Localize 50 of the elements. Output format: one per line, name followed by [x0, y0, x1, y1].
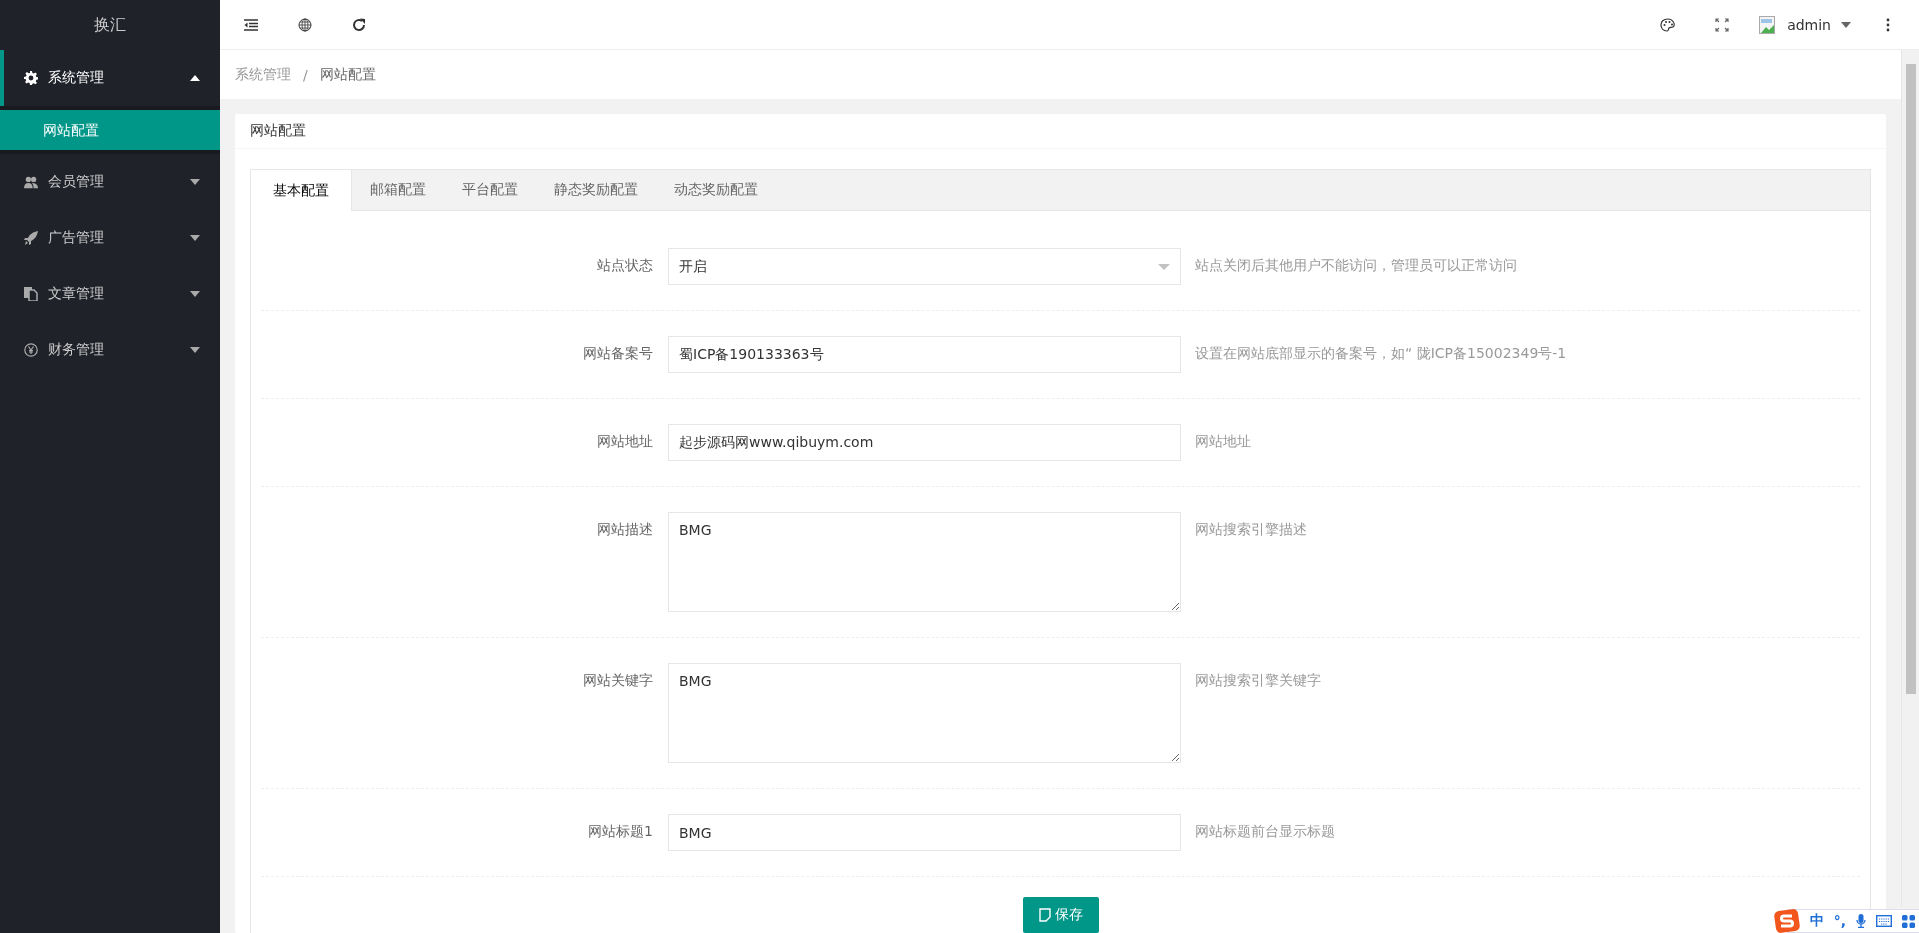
text-field[interactable]: 起步源码网www.qibuym.com [668, 424, 1181, 461]
microphone-icon[interactable] [1856, 914, 1866, 928]
ime-punctuation[interactable]: °, [1833, 913, 1846, 929]
keyboard-icon[interactable] [1876, 915, 1892, 927]
field-hint: 站点关闭后其他用户不能访问，管理员可以正常访问 [1194, 256, 1517, 275]
ime-mode[interactable]: 中 [1809, 912, 1824, 930]
tab[interactable]: 平台配置 [444, 170, 536, 210]
field-label: 网站地址 [596, 432, 654, 451]
tab[interactable]: 邮箱配置 [352, 170, 444, 210]
text-field[interactable]: 蜀ICP备190133363号 [668, 336, 1181, 373]
user-menu[interactable]: admin [1749, 0, 1861, 50]
field-label: 网站标题1 [587, 822, 654, 841]
tab[interactable]: 动态奖励配置 [656, 170, 776, 210]
ime-logo-icon[interactable] [1773, 909, 1800, 933]
users-icon [24, 175, 38, 189]
tab[interactable]: 静态奖励配置 [536, 170, 656, 210]
sidebar-subitem[interactable]: 网站配置 [0, 110, 220, 150]
field-label: 网站备案号 [582, 344, 654, 363]
avatar-image-icon [1759, 15, 1778, 34]
text-area[interactable]: BMG [668, 512, 1181, 612]
field-hint: 网站搜索引擎描述 [1194, 520, 1307, 539]
scrollbar[interactable] [1901, 50, 1919, 907]
tab[interactable]: 基本配置 [251, 170, 352, 211]
field-label: 站点状态 [596, 256, 654, 275]
field-hint: 网站标题前台显示标题 [1194, 822, 1335, 841]
text-field[interactable]: BMG [668, 814, 1181, 851]
field-hint: 设置在网站底部显示的备案号，如“ 陇ICP备15002349号-1 [1194, 344, 1567, 363]
sidebar-item[interactable]: 广告管理 [0, 210, 220, 266]
card-title: 网站配置 [250, 122, 306, 140]
document-icon [24, 287, 38, 301]
breadcrumb-item[interactable]: 网站配置 [319, 65, 376, 84]
grid-icon[interactable] [1902, 914, 1915, 928]
sidebar-item[interactable]: 会员管理 [0, 154, 220, 210]
save-button[interactable]: 保存 [1022, 897, 1099, 933]
breadcrumb-separator: / [303, 66, 308, 83]
field-label: 网站描述 [596, 520, 654, 539]
yen-icon [24, 343, 38, 357]
field-hint: 网站搜索引擎关键字 [1194, 671, 1321, 690]
sidebar-item[interactable]: 财务管理 [0, 322, 220, 378]
caret-icon [1841, 21, 1851, 28]
rocket-icon [24, 231, 38, 245]
field-label: 网站关键字 [582, 671, 654, 690]
status-select[interactable]: 开启 [668, 248, 1181, 285]
gear-icon [24, 71, 38, 85]
text-area[interactable]: BMG [668, 663, 1181, 763]
caret-icon [1158, 263, 1170, 270]
sidebar-item[interactable]: 文章管理 [0, 266, 220, 322]
document-icon [1038, 908, 1051, 922]
field-hint: 网站地址 [1194, 432, 1251, 451]
app-logo: 换汇 [94, 14, 126, 36]
